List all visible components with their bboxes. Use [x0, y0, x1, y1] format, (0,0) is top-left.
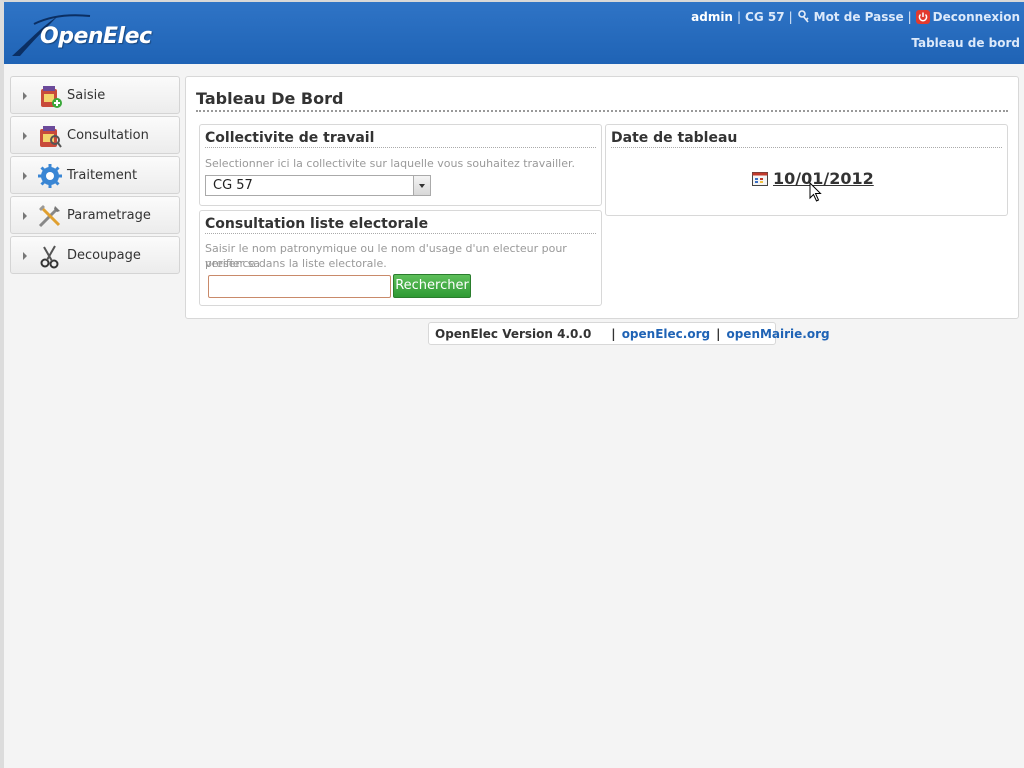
collectivite-select-value: CG 57	[213, 178, 253, 193]
calendar-icon	[752, 171, 768, 186]
page-title: Tableau De Bord	[196, 89, 1008, 112]
separator: |	[736, 10, 742, 24]
sidebar-item-parametrage[interactable]: Parametrage	[10, 196, 180, 234]
page: OpenElec admin | CG 57 | Mot de Passe | …	[0, 0, 1024, 768]
arrow-right-icon	[23, 212, 27, 220]
collectivite-select[interactable]: CG 57	[205, 175, 431, 196]
collectivite-box-title: Collectivite de travail	[205, 130, 596, 148]
sidebar-item-traitement[interactable]: Traitement	[10, 156, 180, 194]
arrow-right-icon	[23, 252, 27, 260]
sidebar-menu: Saisie Consultation Traitement Parametra…	[10, 76, 180, 276]
key-icon	[797, 10, 809, 23]
date-box-title: Date de tableau	[611, 130, 1002, 148]
openelec-link[interactable]: openElec.org	[622, 327, 710, 341]
sidebar-item-label: Saisie	[67, 88, 106, 103]
dashboard-panel: Tableau De Bord Collectivite de travail …	[185, 76, 1019, 319]
search-button[interactable]: Rechercher	[393, 274, 471, 298]
consultation-box-title: Consultation liste electorale	[205, 216, 596, 234]
user-link[interactable]: admin	[691, 10, 733, 24]
mouse-cursor-icon	[809, 182, 822, 202]
separator: |	[716, 326, 721, 341]
sidebar-item-label: Parametrage	[67, 208, 151, 223]
arrow-right-icon	[23, 132, 27, 140]
consultation-hint-line2: presence dans la liste electorale.	[205, 257, 387, 270]
footer: OpenElec Version 4.0.0 | openElec.org | …	[428, 322, 830, 345]
sidebar-item-consultation[interactable]: Consultation	[10, 116, 180, 154]
sidebar-item-label: Consultation	[67, 128, 149, 143]
version-text: OpenElec Version 4.0.0	[435, 326, 592, 341]
sidebar-item-label: Traitement	[67, 168, 138, 183]
top-links: admin | CG 57 | Mot de Passe | Deconnexi…	[691, 9, 1020, 25]
separator: |	[788, 10, 793, 24]
logo-text: OpenElec	[40, 24, 152, 49]
consultation-icon	[40, 126, 62, 148]
collectivite-hint: Selectionner ici la collectivite sur laq…	[205, 157, 575, 170]
chevron-down-icon[interactable]	[413, 176, 430, 195]
saisie-icon	[41, 86, 62, 108]
arrow-right-icon	[23, 92, 27, 100]
separator: |	[907, 10, 912, 24]
date-box: Date de tableau 10/01/2012	[605, 124, 1008, 216]
sidebar-item-saisie[interactable]: Saisie	[10, 76, 180, 114]
elector-search-input[interactable]	[208, 275, 391, 298]
openelec-logo[interactable]: OpenElec	[10, 10, 152, 60]
openmairie-link[interactable]: openMairie.org	[726, 327, 829, 341]
date-value: 10/01/2012	[773, 169, 874, 188]
power-icon	[915, 10, 930, 24]
arrow-right-icon	[23, 172, 27, 180]
scissors-icon	[40, 245, 59, 269]
header-bar: OpenElec admin | CG 57 | Mot de Passe | …	[4, 2, 1024, 64]
consultation-box: Consultation liste electorale Saisir le …	[199, 210, 602, 306]
sidebar-item-decoupage[interactable]: Decoupage	[10, 236, 180, 274]
breadcrumb: Tableau de bord	[911, 36, 1020, 50]
collectivite-box: Collectivite de travail Selectionner ici…	[199, 124, 602, 206]
logout-link[interactable]: Deconnexion	[933, 10, 1020, 24]
collectivite-link[interactable]: CG 57	[745, 10, 785, 24]
sidebar-item-label: Decoupage	[67, 248, 141, 263]
tools-icon	[38, 205, 61, 228]
traitement-gear-icon	[38, 164, 62, 188]
password-link[interactable]: Mot de Passe	[814, 10, 904, 24]
separator: |	[611, 326, 616, 341]
